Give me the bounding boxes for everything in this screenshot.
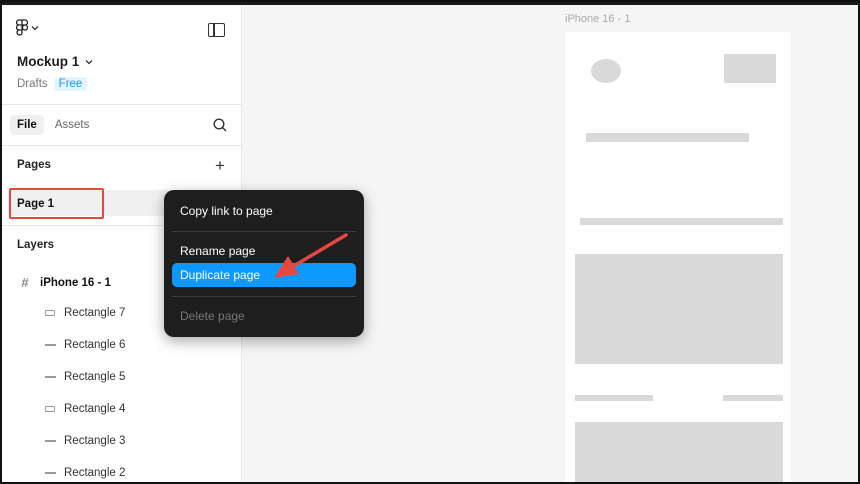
rectangle-icon <box>39 406 61 412</box>
page-context-menu: Copy link to page Rename page Duplicate … <box>164 190 364 337</box>
add-page-plus-icon[interactable]: + <box>215 157 225 174</box>
rectangle-shape[interactable] <box>575 395 653 401</box>
tab-assets[interactable]: Assets <box>48 115 97 135</box>
layer-label: Rectangle 6 <box>64 339 126 351</box>
menu-item-delete-page: Delete page <box>180 309 245 323</box>
layer-row[interactable]: Rectangle 4 <box>39 403 125 415</box>
menu-item-duplicate-page[interactable]: Duplicate page <box>172 263 356 287</box>
line-icon <box>39 376 61 378</box>
file-title-label: Mockup 1 <box>17 54 80 69</box>
layer-label: Rectangle 7 <box>64 307 126 319</box>
menu-separator <box>172 296 356 297</box>
ellipse-shape[interactable] <box>591 59 621 83</box>
rectangle-shape[interactable] <box>723 395 783 401</box>
layer-label: Rectangle 5 <box>64 371 126 383</box>
toggle-sidebar-icon[interactable] <box>208 23 225 37</box>
rectangle-icon <box>39 310 61 316</box>
menu-item-rename-page[interactable]: Rename page <box>172 239 356 263</box>
app-window: Mockup 1 Drafts Free File Assets Pages +… <box>0 0 860 484</box>
file-title[interactable]: Mockup 1 <box>17 54 93 69</box>
layer-label: Rectangle 4 <box>64 403 126 415</box>
layer-row[interactable]: Rectangle 3 <box>39 435 125 447</box>
chevron-down-icon <box>85 59 93 64</box>
iphone-frame[interactable] <box>565 32 791 482</box>
layer-frame-row[interactable]: # iPhone 16 - 1 <box>14 275 111 290</box>
layer-row[interactable]: Rectangle 7 <box>39 307 125 319</box>
layers-section-title: Layers <box>17 239 55 251</box>
layer-row[interactable]: Rectangle 5 <box>39 371 125 383</box>
divider <box>2 145 242 146</box>
frame-name-label[interactable]: iPhone 16 - 1 <box>565 13 630 25</box>
file-meta: Drafts Free <box>17 77 88 91</box>
rectangle-shape[interactable] <box>575 254 783 364</box>
annotation-highlight-box <box>9 188 104 219</box>
rectangle-shape[interactable] <box>724 54 776 83</box>
pages-section-title: Pages <box>17 159 51 171</box>
frame-hash-icon: # <box>21 275 29 290</box>
rectangle-shape[interactable] <box>580 218 783 225</box>
layer-row[interactable]: Rectangle 6 <box>39 339 125 351</box>
figma-logo-icon <box>16 19 28 36</box>
search-icon[interactable] <box>213 118 227 132</box>
line-icon <box>39 472 61 474</box>
sidebar-tabs: File Assets <box>10 115 96 135</box>
menu-item-copy-link[interactable]: Copy link to page <box>172 199 356 223</box>
menu-separator <box>172 231 356 232</box>
file-location[interactable]: Drafts <box>17 78 48 90</box>
layer-label: Rectangle 3 <box>64 435 126 447</box>
plan-badge[interactable]: Free <box>53 77 88 91</box>
rectangle-shape[interactable] <box>575 422 783 482</box>
chevron-down-icon <box>31 26 39 31</box>
sidebar-header: Mockup 1 Drafts Free <box>2 5 242 105</box>
divider <box>2 104 242 105</box>
main-menu-button[interactable] <box>16 19 39 37</box>
rectangle-shape[interactable] <box>586 133 749 142</box>
layer-label: iPhone 16 - 1 <box>40 276 111 289</box>
tab-file[interactable]: File <box>10 115 44 135</box>
line-icon <box>39 344 61 346</box>
line-icon <box>39 440 61 442</box>
layer-label: Rectangle 2 <box>64 467 126 479</box>
layer-row[interactable]: Rectangle 2 <box>39 467 125 479</box>
